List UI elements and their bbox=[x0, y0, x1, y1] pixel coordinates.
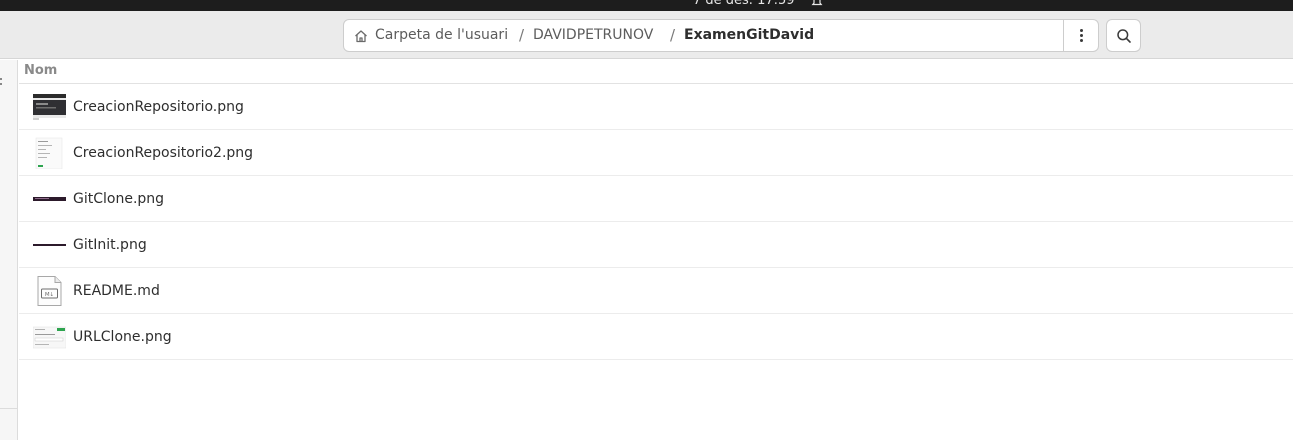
svg-text:M↓: M↓ bbox=[45, 291, 54, 298]
file-row[interactable]: M↓ README.md bbox=[19, 268, 1293, 314]
file-name: URLClone.png bbox=[73, 329, 172, 345]
file-name: README.md bbox=[73, 283, 160, 299]
file-row[interactable]: CreacionRepositorio.png bbox=[19, 84, 1293, 130]
clock[interactable]: 7 de des. 17:59 bbox=[693, 0, 795, 8]
header-bar: Carpeta de l'usuari / DAVIDPETRUNOV / Ex… bbox=[0, 11, 1293, 59]
menu-icon bbox=[1080, 29, 1083, 42]
file-list: Nom CreacionRepositorio.png CreacionRepo… bbox=[19, 60, 1293, 360]
sidebar-divider bbox=[0, 408, 18, 409]
markdown-file-icon: M↓ bbox=[37, 276, 62, 306]
menu-button[interactable] bbox=[1063, 20, 1099, 51]
system-top-bar: 7 de des. 17:59 bbox=[0, 0, 1293, 11]
file-row[interactable]: URLClone.png bbox=[19, 314, 1293, 360]
breadcrumb-current-folder[interactable]: ExamenGitDavid bbox=[684, 20, 814, 51]
breadcrumb-home[interactable]: Carpeta de l'usuari bbox=[375, 20, 508, 51]
file-row[interactable]: GitClone.png bbox=[19, 176, 1293, 222]
file-name: CreacionRepositorio2.png bbox=[73, 145, 254, 161]
breadcrumb-user-folder[interactable]: DAVIDPETRUNOV bbox=[533, 20, 653, 51]
file-name: CreacionRepositorio.png bbox=[73, 99, 244, 115]
column-header-name[interactable]: Nom bbox=[19, 60, 1293, 84]
image-thumbnail-icon bbox=[35, 137, 63, 169]
file-row[interactable]: GitInit.png bbox=[19, 222, 1293, 268]
file-name: GitClone.png bbox=[73, 191, 165, 207]
file-row[interactable]: CreacionRepositorio2.png bbox=[19, 130, 1293, 176]
column-header-label: Nom bbox=[24, 63, 58, 78]
image-thumbnail-icon bbox=[33, 197, 66, 201]
image-thumbnail-icon bbox=[33, 244, 66, 246]
sidebar[interactable] bbox=[0, 60, 18, 440]
image-thumbnail-icon bbox=[33, 94, 66, 120]
search-icon bbox=[1116, 28, 1131, 43]
home-icon bbox=[355, 30, 367, 43]
breadcrumb: Carpeta de l'usuari / DAVIDPETRUNOV / Ex… bbox=[343, 19, 1099, 52]
file-name: GitInit.png bbox=[73, 237, 147, 253]
sidebar-handle-icon bbox=[0, 78, 2, 85]
search-button[interactable] bbox=[1106, 19, 1141, 52]
image-thumbnail-icon bbox=[33, 326, 66, 349]
breadcrumb-separator: / bbox=[519, 26, 525, 44]
breadcrumb-separator: / bbox=[670, 26, 676, 44]
notification-bell-icon bbox=[811, 0, 823, 6]
